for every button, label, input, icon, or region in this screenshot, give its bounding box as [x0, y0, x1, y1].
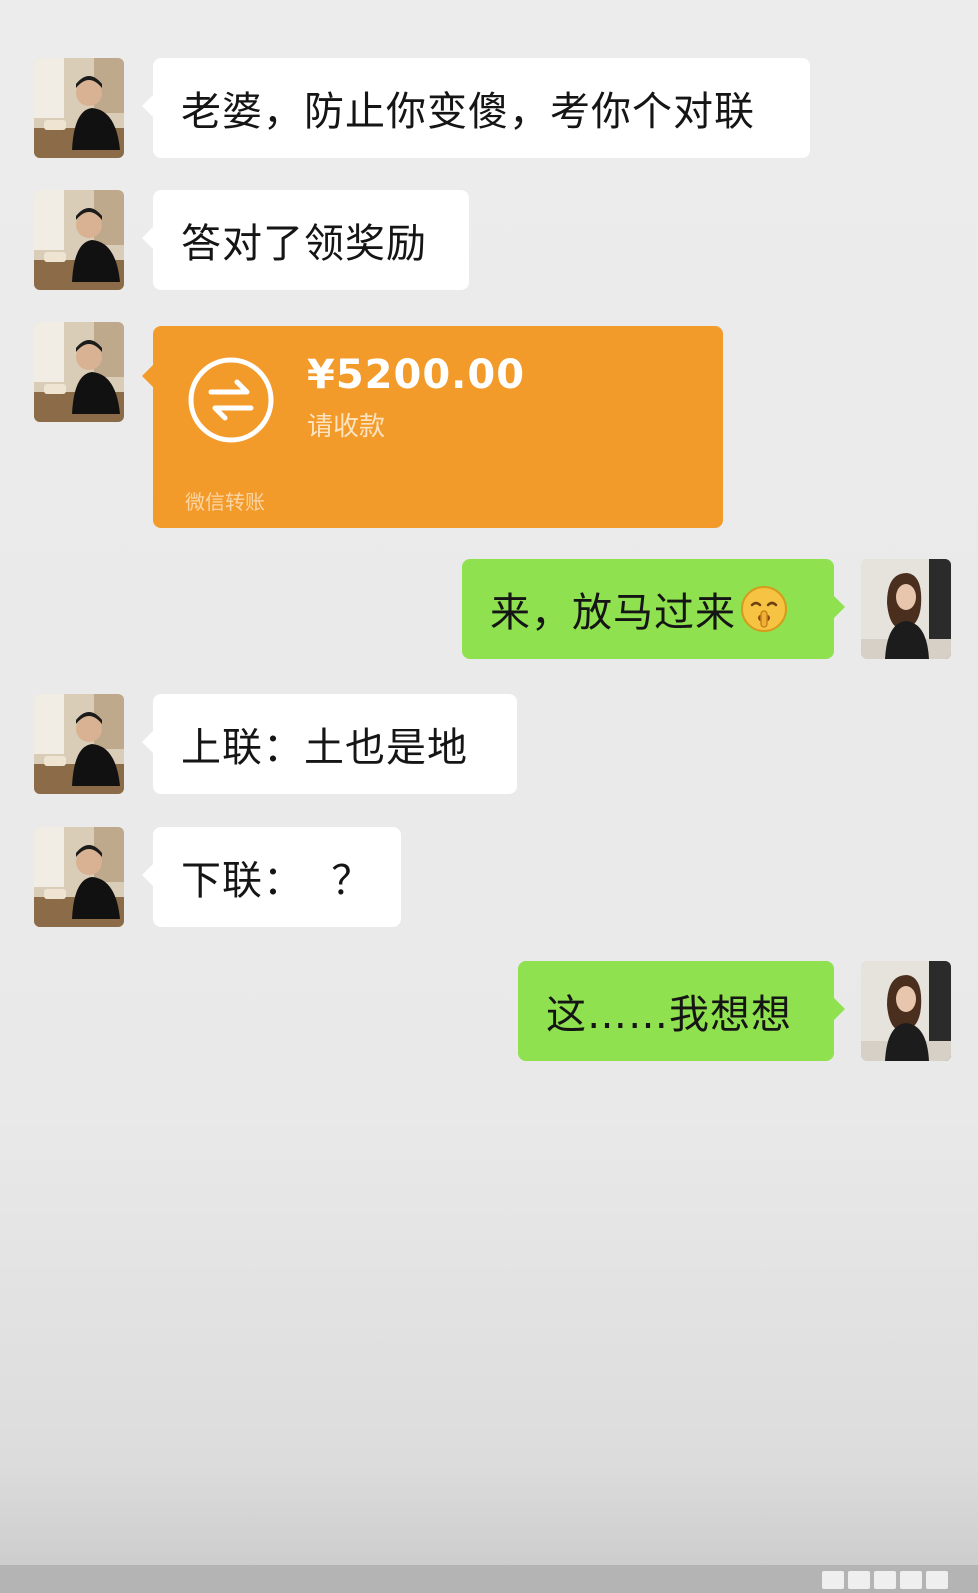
- man-at-table-avatar-icon: [34, 190, 124, 290]
- message-bubble-6[interactable]: 下联： ？: [142, 827, 401, 927]
- message-text: 下联： ？: [181, 858, 373, 904]
- bottom-bar: [0, 1565, 978, 1593]
- avatar-him[interactable]: [34, 190, 124, 290]
- man-at-table-avatar-icon: [34, 694, 124, 794]
- message-bubble-7[interactable]: 这……我想想: [518, 961, 845, 1061]
- watermark: [822, 1571, 948, 1589]
- avatar-him[interactable]: [34, 58, 124, 158]
- transfer-footer: 微信转账: [185, 490, 265, 514]
- transfer-amount: ¥5200.00: [307, 352, 526, 398]
- transfer-subtitle: 请收款: [307, 412, 386, 442]
- woman-portrait-avatar-icon: [861, 961, 951, 1061]
- avatar-her[interactable]: [861, 559, 951, 659]
- message-text: 老婆，防止你变傻，考你个对联: [181, 89, 755, 135]
- man-at-table-avatar-icon: [34, 322, 124, 422]
- message-text: 来，放马过来: [490, 590, 736, 636]
- avatar-him[interactable]: [34, 827, 124, 927]
- avatar-him[interactable]: [34, 322, 124, 422]
- man-at-table-avatar-icon: [34, 58, 124, 158]
- message-bubble-5[interactable]: 上联：土也是地: [142, 694, 517, 794]
- transfer-card[interactable]: ¥5200.00 请收款 微信转账: [142, 326, 723, 528]
- message-bubble-1[interactable]: 老婆，防止你变傻，考你个对联: [142, 58, 810, 158]
- transfer-arrows-icon: [188, 357, 274, 443]
- message-text: 上联：土也是地: [181, 725, 468, 771]
- avatar-her[interactable]: [861, 961, 951, 1061]
- message-bubble-4[interactable]: 来，放马过来: [462, 559, 845, 659]
- message-text: 答对了领奖励: [181, 221, 427, 267]
- shushing-face-emoji: [741, 586, 787, 632]
- avatar-him[interactable]: [34, 694, 124, 794]
- message-bubble-2[interactable]: 答对了领奖励: [142, 190, 469, 290]
- man-at-table-avatar-icon: [34, 827, 124, 927]
- woman-portrait-avatar-icon: [861, 559, 951, 659]
- message-text: 这……我想想: [546, 992, 792, 1038]
